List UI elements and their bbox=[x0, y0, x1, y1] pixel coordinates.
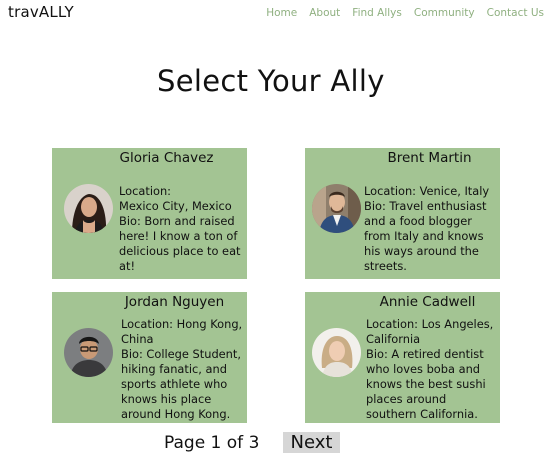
ally-name: Gloria Chavez bbox=[119, 150, 214, 166]
ally-card-annie[interactable]: Annie Cadwell Location: Los Angeles, Cal… bbox=[305, 292, 500, 423]
pagination-status: Page 1 of 3 bbox=[164, 433, 260, 453]
ally-name: Jordan Nguyen bbox=[124, 294, 225, 310]
ally-bio: Bio: College Student, hiking fanatic, an… bbox=[121, 347, 241, 421]
ally-card-brent[interactable]: Brent Martin Location: Venice, Italy Bio… bbox=[305, 148, 500, 279]
avatar bbox=[64, 184, 113, 233]
ally-bio: Bio: Travel enthusiast and a food blogge… bbox=[364, 199, 487, 273]
ally-info: Location: Mexico City, Mexico Bio: Born … bbox=[119, 184, 243, 274]
ally-card-jordan[interactable]: Jordan Nguyen Location: Hong Kong, China… bbox=[52, 292, 247, 423]
ally-name: Annie Cadwell bbox=[379, 294, 476, 310]
ally-card-gloria[interactable]: Gloria Chavez Location: Mexico City, Mex… bbox=[52, 148, 247, 279]
page-title: Select Your Ally bbox=[157, 64, 385, 98]
location-label: Location: bbox=[119, 184, 172, 198]
location-value: Mexico City, Mexico bbox=[119, 199, 232, 213]
ally-name: Brent Martin bbox=[387, 150, 472, 166]
ally-info: Location: Hong Kong, China Bio: College … bbox=[121, 317, 245, 422]
nav-community-link[interactable]: Community bbox=[414, 7, 475, 19]
logo[interactable]: travALLY bbox=[8, 3, 74, 21]
nav-find-allys-link[interactable]: Find Allys bbox=[352, 7, 402, 19]
nav-about-link[interactable]: About bbox=[309, 7, 340, 19]
avatar bbox=[64, 328, 113, 377]
location-label: Location: Hong Kong, China bbox=[121, 317, 243, 346]
location-label: Location: Venice, Italy bbox=[364, 184, 490, 198]
next-page-button[interactable]: Next bbox=[283, 432, 340, 453]
nav-home-link[interactable]: Home bbox=[266, 7, 297, 19]
avatar bbox=[312, 184, 361, 233]
ally-bio: Bio: Born and raised here! I know a ton … bbox=[119, 214, 241, 273]
location-label: Location: Los Angeles, California bbox=[366, 317, 494, 346]
ally-info: Location: Venice, Italy Bio: Travel enth… bbox=[364, 184, 498, 274]
avatar bbox=[312, 328, 361, 377]
nav-contact-link[interactable]: Contact Us bbox=[487, 7, 544, 19]
ally-bio: Bio: A retired dentist who loves boba an… bbox=[366, 347, 486, 421]
ally-info: Location: Los Angeles, California Bio: A… bbox=[366, 317, 500, 422]
main-nav: Home About Find Allys Community Contact … bbox=[266, 7, 544, 19]
